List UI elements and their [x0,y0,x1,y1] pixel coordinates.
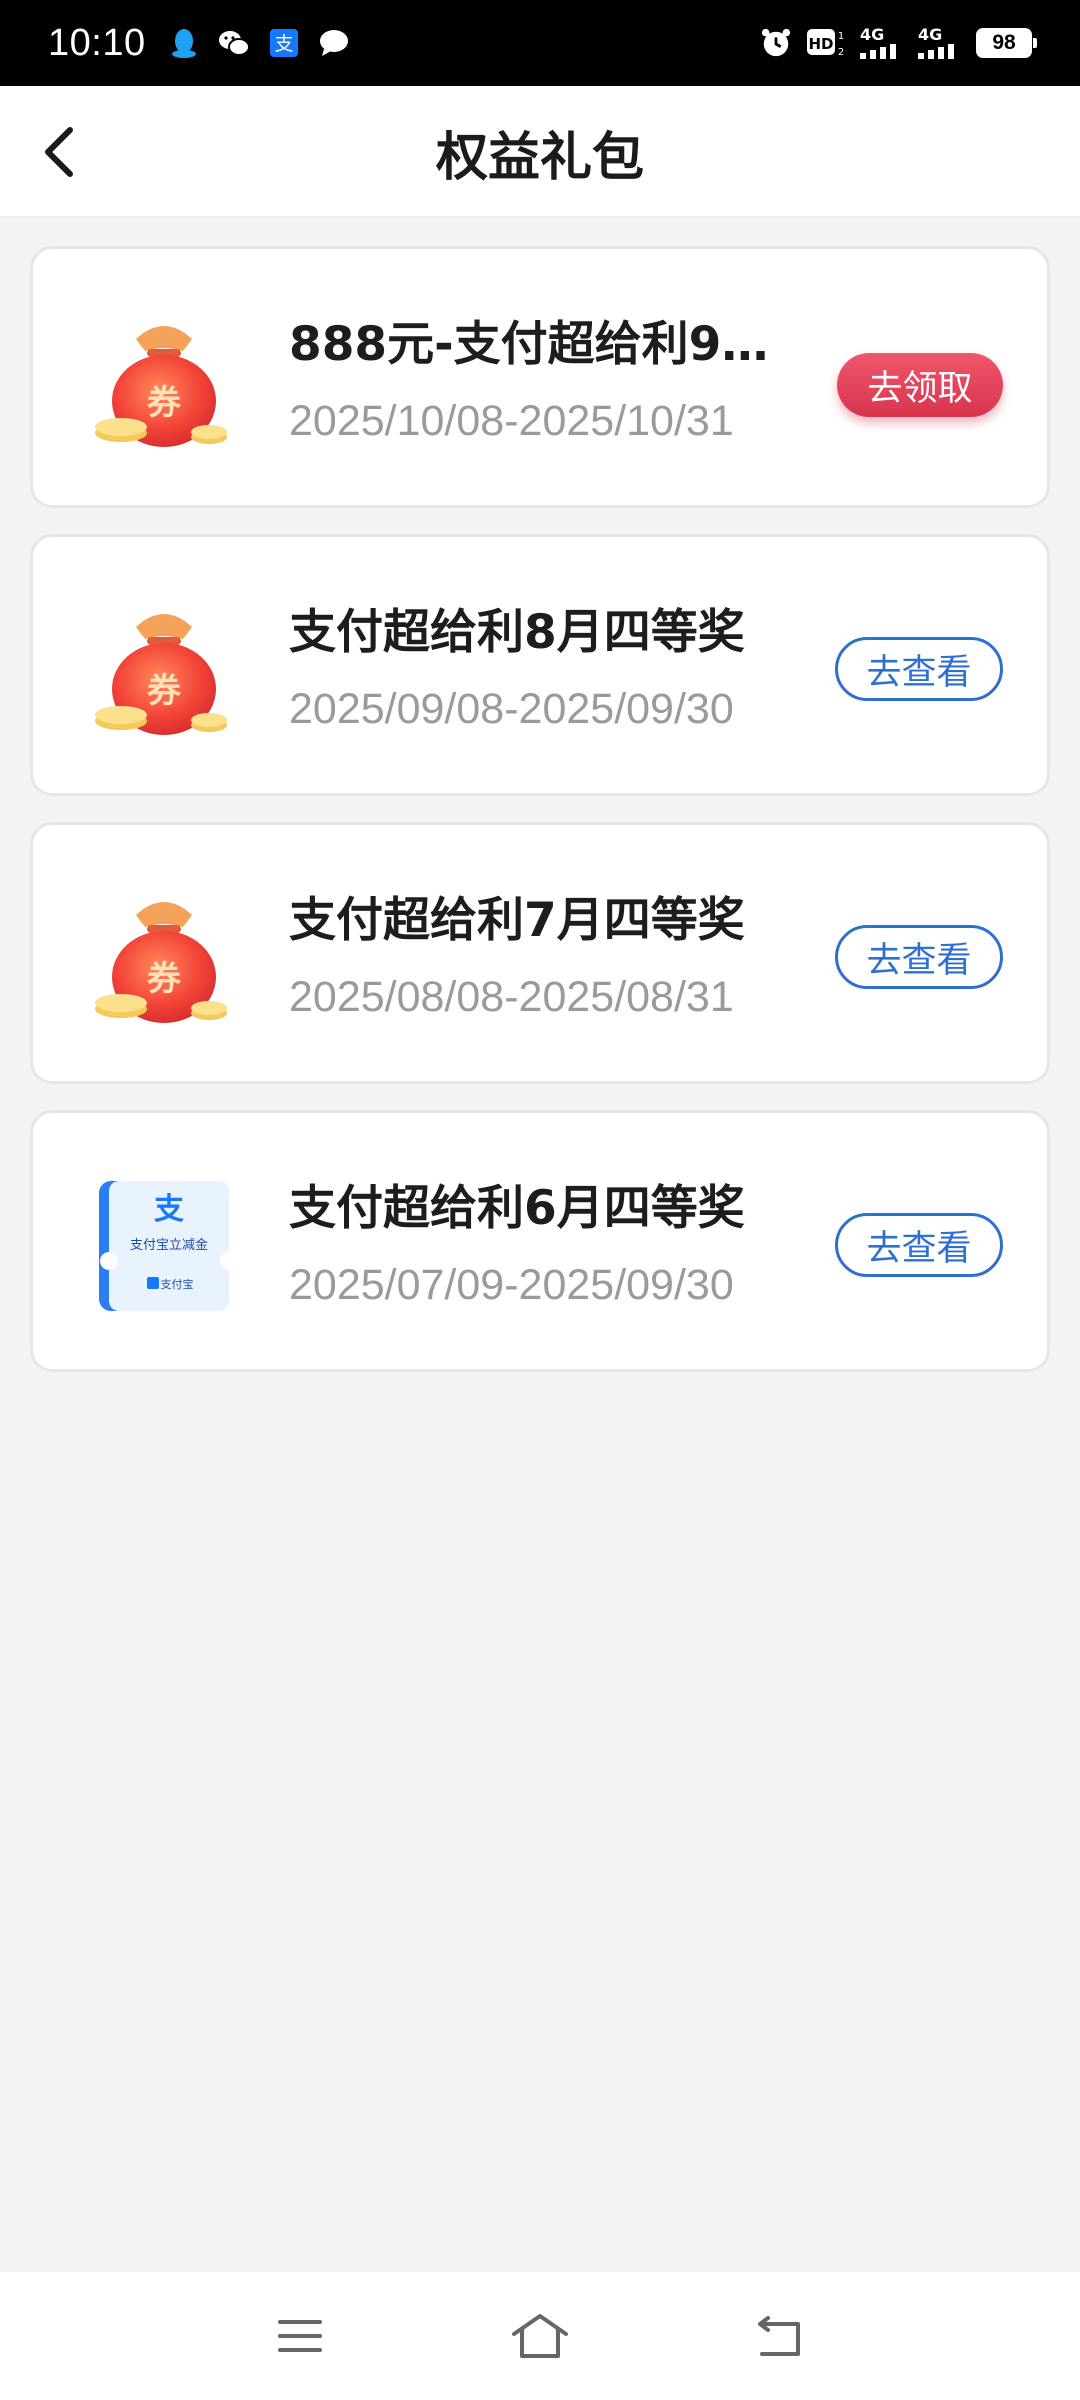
red-envelope-bag-icon: 券 [91,309,237,455]
item-title: 支付超给利6月四等奖 [289,1181,745,1236]
menu-button[interactable] [268,2304,332,2368]
alipay-logo: 支 [154,1192,184,1227]
gift-list: 券 888元-支付超给利9… 2025/10/08-2025/10/31 去领取… [30,246,1050,1398]
coupon-label: 支付宝立减金 [130,1237,208,1253]
network-type-1: 4G [860,25,885,44]
coupon-brand: 支付宝 [161,1277,194,1291]
status-bar: 10:10 支 HD 1 2 4G 4G 98 [0,0,1080,86]
notification-icons: 支 [168,27,350,59]
bag-label: 券 [147,959,182,999]
view-button[interactable]: 去查看 [835,1213,1003,1277]
item-date: 2025/08/08-2025/08/31 [289,973,734,1021]
wechat-icon [218,27,250,59]
svg-text:支: 支 [274,33,293,55]
item-date: 2025/10/08-2025/10/31 [289,397,734,445]
alarm-icon [760,27,792,59]
status-time: 10:10 [48,21,146,64]
red-envelope-bag-icon: 券 [91,885,237,1031]
list-item[interactable]: 券 支付超给利7月四等奖 2025/08/08-2025/08/31 去查看 [30,822,1050,1084]
home-icon [512,2314,568,2358]
page-title: 权益礼包 [435,127,644,188]
alipay-icon: 支 [268,27,300,59]
list-item[interactable]: 支 支付宝立减金 支付宝 支付超给利6月四等奖 2025/07/09-2025/… [30,1110,1050,1372]
bag-label: 券 [147,383,182,423]
back-button[interactable] [30,122,90,182]
home-button[interactable] [508,2304,572,2368]
claim-button[interactable]: 去领取 [837,353,1003,417]
svg-text:2: 2 [838,47,844,58]
alipay-coupon-icon: 支 支付宝立减金 支付宝 [91,1173,238,1319]
system-nav-bar [0,2272,1080,2400]
back-nav-button[interactable] [748,2304,812,2368]
item-date: 2025/09/08-2025/09/30 [289,685,734,733]
item-title: 888元-支付超给利9… [289,317,769,372]
back-icon [758,2316,800,2356]
svg-text:HD: HD [808,35,833,53]
view-button[interactable]: 去查看 [835,637,1003,701]
menu-icon [278,2320,322,2352]
network-type-2: 4G [918,25,943,44]
item-title: 支付超给利8月四等奖 [289,605,745,660]
chevron-left-icon [45,127,73,177]
list-item[interactable]: 券 888元-支付超给利9… 2025/10/08-2025/10/31 去领取 [30,246,1050,508]
qq-icon [168,27,200,59]
battery-icon: 98 [976,28,1037,58]
signal-1-icon: 4G [860,27,904,59]
signal-2-icon: 4G [918,27,962,59]
bag-label: 券 [147,671,182,711]
header: 权益礼包 [0,86,1080,218]
red-envelope-bag-icon: 券 [91,597,237,743]
system-icons: HD 1 2 4G 4G 98 [760,27,1037,59]
item-title: 支付超给利7月四等奖 [289,893,745,948]
list-item[interactable]: 券 支付超给利8月四等奖 2025/09/08-2025/09/30 去查看 [30,534,1050,796]
svg-text:1: 1 [838,31,844,42]
hd-icon: HD 1 2 [806,27,846,59]
message-icon [318,27,350,59]
view-button[interactable]: 去查看 [835,925,1003,989]
item-date: 2025/07/09-2025/09/30 [289,1261,734,1309]
